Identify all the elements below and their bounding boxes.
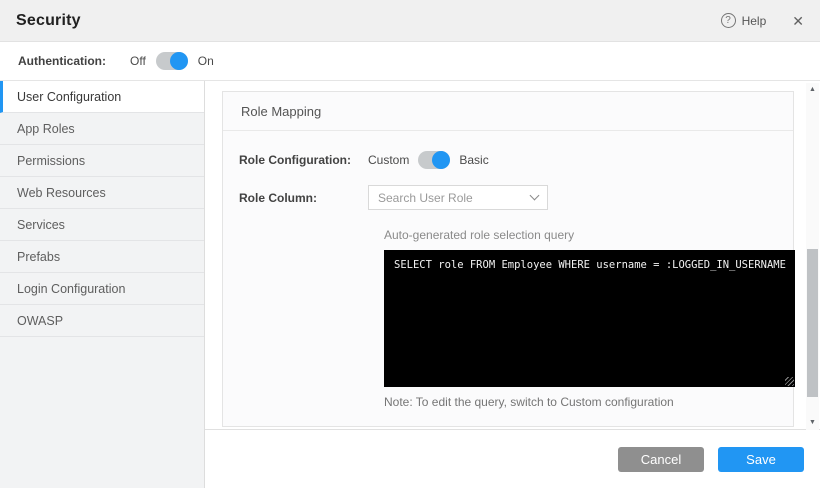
authentication-toggle[interactable] [156,52,188,70]
content-scroll-area: Role Mapping Role Configuration: Custom … [205,81,820,430]
role-mapping-form: Role Configuration: Custom Basic Role Co… [223,131,793,409]
sidebar-item-user-configuration[interactable]: User Configuration [0,81,204,113]
sidebar-item-login-configuration[interactable]: Login Configuration [0,273,204,305]
role-configuration-toggle-knob[interactable] [432,151,450,169]
authentication-toggle-group: Off On [130,52,214,70]
sidebar-item-owasp[interactable]: OWASP [0,305,204,337]
authentication-row: Authentication: Off On [0,42,820,81]
role-configuration-row: Role Configuration: Custom Basic [239,151,793,169]
authentication-off-label: Off [130,54,146,68]
role-column-label: Role Column: [239,191,368,205]
role-configuration-toggle[interactable] [418,151,450,169]
page-title: Security [16,12,81,30]
vertical-scrollbar[interactable]: ▲ ▼ [806,83,819,430]
query-editor-wrap: SELECT role FROM Employee WHERE username… [384,250,795,387]
role-configuration-label: Role Configuration: [239,153,368,167]
query-note: Note: To edit the query, switch to Custo… [384,395,793,409]
scroll-down-icon[interactable]: ▼ [809,418,816,428]
authentication-toggle-knob[interactable] [170,52,188,70]
role-configuration-toggle-group: Custom Basic [368,151,489,169]
role-column-search-input[interactable] [378,191,531,205]
role-column-row: Role Column: [239,185,793,210]
content-column: Role Mapping Role Configuration: Custom … [205,81,820,488]
authentication-on-label: On [198,54,214,68]
help-label[interactable]: Help [742,14,767,28]
chevron-down-icon[interactable] [530,191,540,201]
sidebar-item-prefabs[interactable]: Prefabs [0,241,204,273]
role-mapping-panel: Role Mapping Role Configuration: Custom … [222,91,794,427]
sidebar: User Configuration App Roles Permissions… [0,81,205,488]
query-editor[interactable]: SELECT role FROM Employee WHERE username… [384,250,795,387]
basic-option-label: Basic [459,153,488,167]
help-button[interactable]: ? Help [721,13,767,28]
role-column-select[interactable] [368,185,548,210]
close-icon[interactable]: ✕ [792,14,804,28]
sidebar-item-web-resources[interactable]: Web Resources [0,177,204,209]
help-icon[interactable]: ? [721,13,736,28]
sidebar-item-services[interactable]: Services [0,209,204,241]
save-button[interactable]: Save [718,447,804,472]
sidebar-item-app-roles[interactable]: App Roles [0,113,204,145]
scroll-up-icon[interactable]: ▲ [809,85,816,95]
window-header: Security ? Help ✕ [0,0,820,42]
scrollbar-thumb[interactable] [807,249,818,397]
footer-actions: Cancel Save [205,430,820,488]
cancel-button[interactable]: Cancel [618,447,704,472]
custom-option-label: Custom [368,153,409,167]
query-block: Auto-generated role selection query SELE… [384,228,793,409]
role-mapping-title: Role Mapping [223,92,793,131]
authentication-label: Authentication: [18,54,106,68]
main-area: User Configuration App Roles Permissions… [0,81,820,488]
sidebar-item-permissions[interactable]: Permissions [0,145,204,177]
query-label: Auto-generated role selection query [384,228,793,242]
